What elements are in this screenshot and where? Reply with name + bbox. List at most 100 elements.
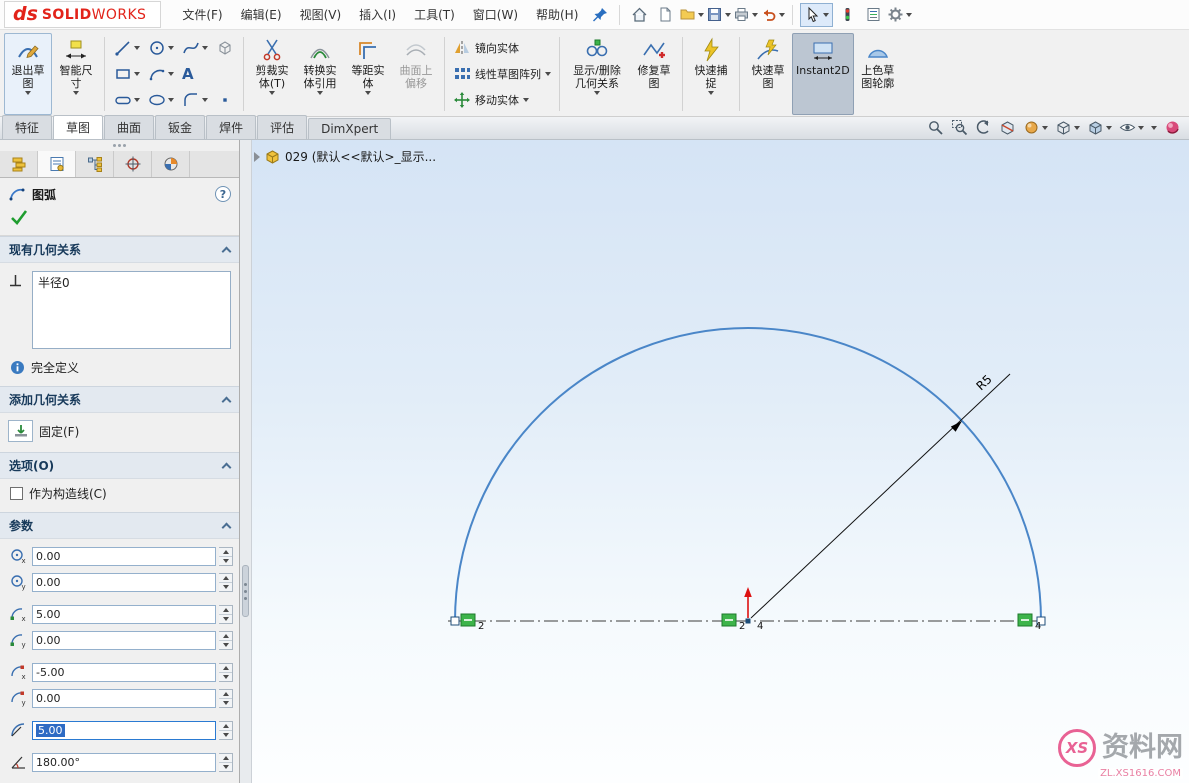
relation-badge-center[interactable] bbox=[722, 614, 736, 626]
shaded-sketch-contours-button[interactable]: 上色草 图轮廓 bbox=[854, 33, 902, 115]
construction-label[interactable]: 作为构造线(C) bbox=[29, 485, 107, 502]
menu-help[interactable]: 帮助(H) bbox=[527, 1, 587, 28]
param-input-center-y[interactable]: 0.00 bbox=[32, 573, 216, 592]
menu-window[interactable]: 窗口(W) bbox=[464, 1, 527, 28]
param-spinner[interactable] bbox=[219, 663, 233, 682]
repair-sketch-button[interactable]: 修复草 图 bbox=[630, 33, 678, 115]
fillet-tool-button[interactable] bbox=[179, 88, 211, 113]
dimxpert-manager-tab[interactable] bbox=[114, 151, 152, 177]
home-button[interactable] bbox=[627, 3, 651, 27]
param-spinner[interactable] bbox=[219, 721, 233, 740]
text-tool-button[interactable]: A bbox=[179, 61, 197, 86]
help-icon[interactable]: ? bbox=[215, 186, 231, 202]
panel-drag-handle[interactable] bbox=[0, 140, 239, 151]
tab-dimxpert[interactable]: DimXpert bbox=[308, 118, 391, 139]
parameters-header[interactable]: 参数 bbox=[0, 512, 239, 539]
open-document-button[interactable] bbox=[679, 3, 704, 27]
edit-appearance-button[interactable] bbox=[1023, 119, 1048, 136]
existing-relations-header[interactable]: 现有几何关系 bbox=[0, 236, 239, 263]
param-input-end-x[interactable]: -5.00 bbox=[32, 663, 216, 682]
view-settings-button[interactable] bbox=[1151, 126, 1157, 130]
param-input-end-y[interactable]: 0.00 bbox=[32, 689, 216, 708]
add-relations-header[interactable]: 添加几何关系 bbox=[0, 386, 239, 413]
menu-edit[interactable]: 编辑(E) bbox=[232, 1, 291, 28]
graphics-area[interactable]: 029 (默认<<默认>_显示... R5 bbox=[252, 140, 1189, 783]
previous-view-button[interactable] bbox=[975, 119, 992, 136]
surface-offset-button[interactable]: 曲面上 偏移 bbox=[392, 33, 440, 115]
dimension-text[interactable]: R5 bbox=[973, 372, 994, 393]
options-button[interactable] bbox=[887, 3, 912, 27]
construction-checkbox[interactable] bbox=[10, 487, 23, 500]
smart-dimension-button[interactable]: 智能尺 寸 bbox=[52, 33, 100, 115]
ok-checkmark-icon[interactable] bbox=[10, 208, 28, 226]
sketch3d-tool-button[interactable] bbox=[213, 35, 237, 60]
options-header[interactable]: 选项(O) bbox=[0, 452, 239, 479]
relation-item[interactable]: 半径0 bbox=[38, 274, 225, 291]
section-view-button[interactable] bbox=[999, 119, 1016, 136]
tab-features[interactable]: 特征 bbox=[2, 115, 52, 139]
display-delete-relations-button[interactable]: 显示/删除 几何关系 bbox=[564, 33, 630, 115]
tab-sketch[interactable]: 草图 bbox=[53, 115, 103, 139]
dimension-leader-line[interactable] bbox=[751, 374, 1010, 618]
view-orientation-button[interactable] bbox=[1055, 119, 1080, 136]
property-manager-tab[interactable] bbox=[38, 151, 76, 177]
exit-sketch-button[interactable]: 退出草 图 bbox=[4, 33, 52, 115]
menu-tools[interactable]: 工具(T) bbox=[405, 1, 464, 28]
select-tool-button[interactable] bbox=[800, 3, 833, 27]
param-spinner[interactable] bbox=[219, 605, 233, 624]
arc-endpoint-left[interactable] bbox=[451, 617, 459, 625]
realview-button[interactable] bbox=[1164, 119, 1181, 136]
tab-sheet-metal[interactable]: 钣金 bbox=[155, 115, 205, 139]
quick-snaps-button[interactable]: 快速捕 捉 bbox=[687, 33, 735, 115]
param-spinner[interactable] bbox=[219, 573, 233, 592]
relations-listbox[interactable]: 半径0 bbox=[32, 271, 231, 349]
display-style-button[interactable] bbox=[1087, 119, 1112, 136]
menu-insert[interactable]: 插入(I) bbox=[350, 1, 405, 28]
tab-surfaces[interactable]: 曲面 bbox=[104, 115, 154, 139]
splitter-handle[interactable] bbox=[242, 565, 249, 617]
undo-button[interactable] bbox=[760, 3, 785, 27]
menu-view[interactable]: 视图(V) bbox=[291, 1, 351, 28]
hide-show-items-button[interactable] bbox=[1119, 119, 1144, 136]
linear-sketch-pattern-button[interactable]: 线性草图阵列 bbox=[453, 62, 551, 85]
tab-weldments[interactable]: 焊件 bbox=[206, 115, 256, 139]
new-document-button[interactable] bbox=[653, 3, 677, 27]
arc-entity[interactable] bbox=[455, 328, 1041, 621]
print-button[interactable] bbox=[733, 3, 758, 27]
param-spinner[interactable] bbox=[219, 547, 233, 566]
tab-evaluate[interactable]: 评估 bbox=[257, 115, 307, 139]
panel-splitter[interactable] bbox=[240, 140, 252, 783]
line-tool-button[interactable] bbox=[111, 35, 143, 60]
ellipse-tool-button[interactable] bbox=[145, 88, 177, 113]
configuration-manager-tab[interactable] bbox=[76, 151, 114, 177]
offset-entities-button[interactable]: 等距实 体 bbox=[344, 33, 392, 115]
feature-manager-tab[interactable] bbox=[0, 151, 38, 177]
param-input-angle[interactable]: 180.00° bbox=[32, 753, 216, 772]
fix-relation-label[interactable]: 固定(F) bbox=[39, 423, 79, 440]
instant2d-button[interactable]: Instant2D bbox=[792, 33, 854, 115]
param-spinner[interactable] bbox=[219, 753, 233, 772]
param-input-start-y[interactable]: 0.00 bbox=[32, 631, 216, 650]
interference-check-button[interactable] bbox=[835, 3, 859, 27]
arc-tool-button[interactable] bbox=[145, 61, 177, 86]
move-entities-button[interactable]: 移动实体 bbox=[453, 88, 551, 111]
circle-tool-button[interactable] bbox=[145, 35, 177, 60]
param-spinner[interactable] bbox=[219, 689, 233, 708]
arc-center-point[interactable] bbox=[746, 619, 751, 624]
task-pane-button[interactable] bbox=[861, 3, 885, 27]
mirror-entities-button[interactable]: 镜向实体 bbox=[453, 36, 551, 59]
relation-badge-left[interactable] bbox=[461, 614, 475, 626]
menu-file[interactable]: 文件(F) bbox=[173, 1, 231, 28]
fix-relation-button[interactable] bbox=[8, 420, 33, 442]
param-spinner[interactable] bbox=[219, 631, 233, 650]
pin-menu-button[interactable] bbox=[588, 3, 612, 27]
param-input-center-x[interactable]: 0.00 bbox=[32, 547, 216, 566]
point-tool-button[interactable] bbox=[213, 88, 237, 113]
slot-tool-button[interactable] bbox=[111, 88, 143, 113]
param-input-start-x[interactable]: 5.00 bbox=[32, 605, 216, 624]
param-input-radius[interactable]: 5.00 bbox=[32, 721, 216, 740]
trim-entities-button[interactable]: 剪裁实 体(T) bbox=[248, 33, 296, 115]
sketch-canvas[interactable]: R5 2 2 4 bbox=[252, 140, 1189, 783]
spline-tool-button[interactable] bbox=[179, 35, 211, 60]
display-manager-tab[interactable] bbox=[152, 151, 190, 177]
